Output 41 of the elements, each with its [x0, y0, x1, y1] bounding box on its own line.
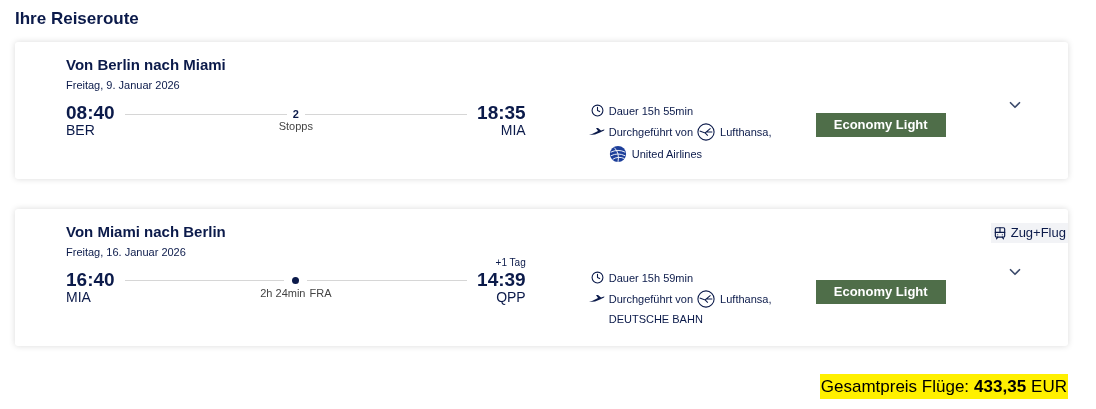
layover-airport: FRA: [309, 286, 332, 301]
airline-name: Lufthansa,: [720, 124, 772, 140]
train-icon: [992, 225, 1007, 240]
total-price-label: Gesamtpreis Flüge:: [820, 375, 970, 398]
departure-airport: MIA: [66, 289, 92, 307]
clock-icon: [590, 104, 604, 118]
globe-logo-icon: [608, 145, 627, 163]
day-offset: +1 Tag: [495, 258, 526, 269]
route-title: Von Miami nach Berlin: [66, 222, 227, 242]
plane-icon: [588, 295, 605, 303]
bird-logo-icon: [697, 290, 716, 308]
flight-date: Freitag, 16. Januar 2026: [66, 245, 187, 261]
plane-icon: [588, 128, 605, 136]
bird-logo-icon: [697, 123, 716, 141]
stop-count: 2: [292, 109, 299, 121]
fare-badge: Economy Light: [815, 112, 946, 137]
clock-icon: [590, 271, 604, 285]
arrival-time: 14:39: [477, 270, 526, 290]
departure-time: 16:40: [66, 270, 115, 290]
page-heading: Ihre Reiseroute: [15, 8, 140, 30]
departure-airport: BER: [66, 122, 96, 140]
flight-duration: Dauer 15h 59min: [608, 270, 694, 286]
stop-dot-icon: [292, 276, 300, 284]
flight-date: Freitag, 9. Januar 2026: [66, 78, 181, 94]
operated-by-label: Durchgeführt von: [608, 124, 694, 140]
layover-duration: 2h 24min: [260, 286, 306, 301]
route-title: Von Berlin nach Miami: [66, 55, 227, 75]
flight-duration: Dauer 15h 55min: [608, 103, 694, 119]
arrival-time: 18:35: [477, 103, 526, 123]
train-flight-tag: Zug+Flug: [990, 222, 1068, 243]
departure-time: 08:40: [66, 103, 115, 123]
total-price-currency: EUR: [1031, 375, 1067, 398]
arrival-airport: QPP: [496, 289, 526, 307]
airline-name: Lufthansa,: [720, 291, 772, 307]
fare-badge: Economy Light: [815, 279, 946, 304]
operated-by-label: Durchgeführt von: [608, 291, 694, 307]
arrival-airport: MIA: [500, 122, 526, 140]
total-price-amount: 433,35: [974, 375, 1027, 398]
airline-name: United Airlines: [631, 146, 703, 162]
stops-label: Stopps: [278, 120, 313, 135]
airline-name: DEUTSCHE BAHN: [608, 311, 703, 327]
